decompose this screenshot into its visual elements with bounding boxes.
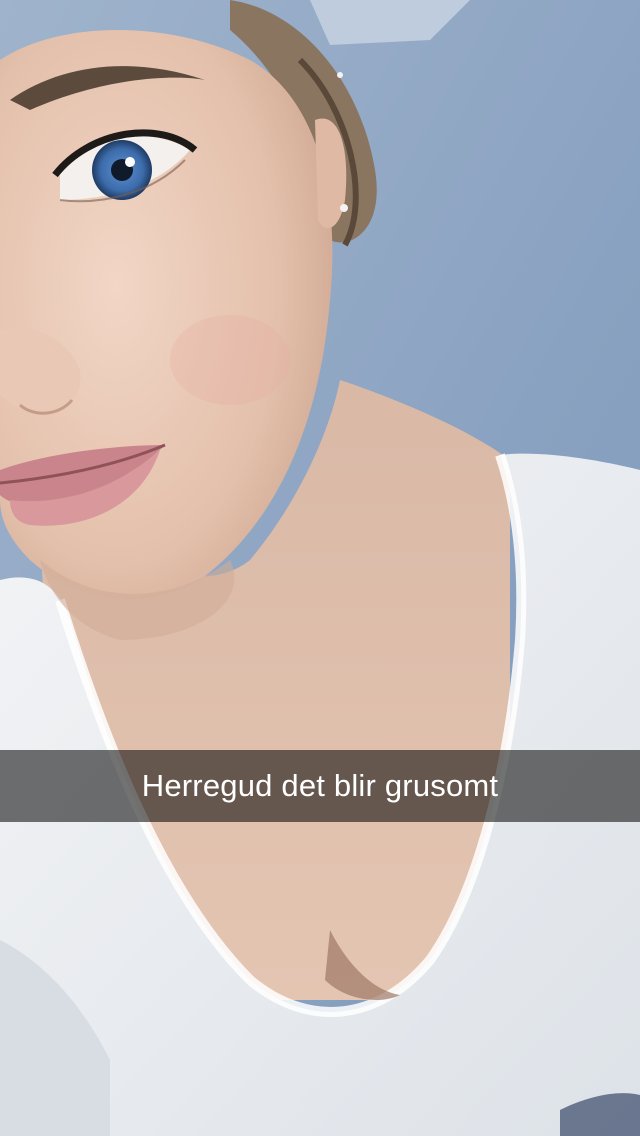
- caption-bar: Herregud det blir grusomt: [0, 750, 640, 822]
- caption-text: Herregud det blir grusomt: [141, 768, 499, 803]
- snap-view[interactable]: Herregud det blir grusomt: [0, 0, 640, 1136]
- selfie-photo: [0, 0, 640, 1136]
